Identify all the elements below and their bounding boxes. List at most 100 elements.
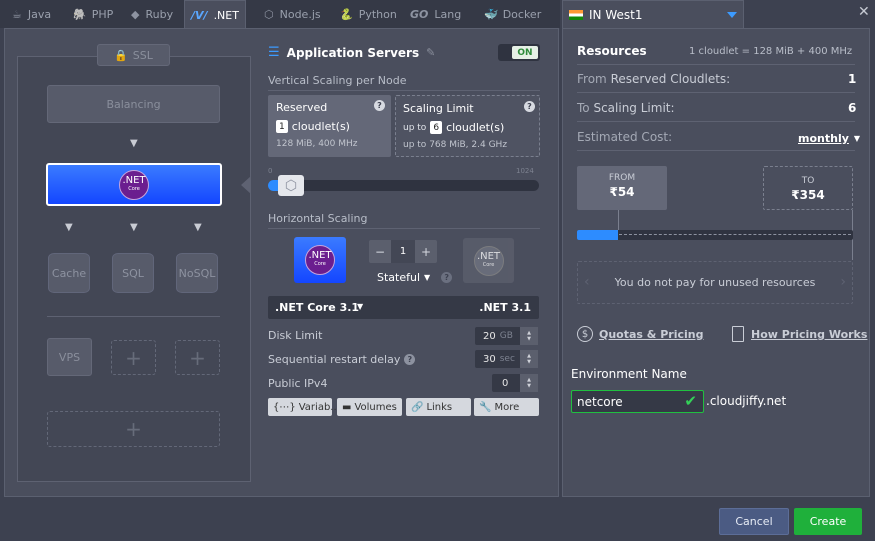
tab-nodejs[interactable]: ⬡ Node.js — [258, 0, 327, 28]
close-icon[interactable]: ✕ — [858, 4, 870, 20]
cancel-button[interactable]: Cancel — [719, 508, 789, 535]
tab-python[interactable]: 🐍 Python — [333, 0, 403, 28]
ruby-icon: ◆ — [131, 7, 140, 21]
vertical-scaling-title: Vertical Scaling per Node — [268, 74, 407, 87]
help-icon[interactable]: ? — [441, 272, 453, 283]
unused-resources-note: ‹ You do not pay for unused resources › — [577, 261, 853, 304]
divider — [577, 150, 855, 151]
php-icon: 🐘 — [72, 7, 86, 21]
quotas-pricing-link[interactable]: Quotas & Pricing — [599, 328, 703, 341]
caret-down-icon: ▼ — [424, 273, 431, 282]
tab-java[interactable]: ☕ Java — [6, 0, 57, 28]
ssl-button[interactable]: 🔒 SSL — [97, 44, 170, 66]
cost-period-dropdown[interactable]: monthly ▼ — [798, 132, 860, 145]
node-instance-disabled: .NET Core — [463, 238, 514, 283]
india-flag-icon — [569, 9, 583, 20]
arrow-down-icon: ▼ — [130, 138, 138, 149]
stepper-arrows-icon[interactable]: ▲ ▼ — [520, 327, 538, 345]
increase-button[interactable]: + — [415, 245, 437, 259]
node-instance[interactable]: .NET 3.1.NETCore — [294, 237, 346, 283]
price-from-box: FROM ₹54 — [577, 166, 667, 210]
caret-down-icon: ▼ — [853, 134, 861, 143]
lock-icon: 🔒 — [114, 48, 128, 62]
layer-header: ☰ Application Servers ✎ — [268, 45, 435, 60]
cost-range-fill — [577, 230, 619, 240]
chevron-left-icon[interactable]: ‹ — [584, 274, 590, 290]
nodejs-icon: ⬡ — [264, 7, 274, 21]
reserved-box: Reserved ? 1 cloudlet(s) 128 MiB, 400 MH… — [268, 95, 391, 157]
dotnet-core-icon: .NET 3.1.NETCore — [305, 245, 335, 275]
arrow-down-icon: ▼ — [65, 222, 73, 233]
dotnet-core-icon: .NET Core — [119, 169, 149, 200]
app-server-node[interactable]: .NET Core — [46, 163, 222, 206]
tab-docker[interactable]: 🐳 Docker — [477, 0, 547, 28]
add-node-button[interactable]: + — [175, 340, 220, 375]
region-selector[interactable]: IN West1 — [562, 0, 744, 28]
cost-range-bar — [577, 230, 853, 240]
divider — [577, 92, 855, 93]
python-icon: 🐍 — [339, 7, 353, 21]
cost-range-dashed — [619, 234, 851, 235]
nosql-node-button[interactable]: NoSQL — [176, 253, 218, 293]
docker-icon: 🐳 — [483, 7, 497, 21]
chevron-right-icon[interactable]: › — [840, 274, 846, 290]
cloudlet-slider-track[interactable] — [268, 180, 539, 191]
cache-node-button[interactable]: Cache — [48, 253, 90, 293]
pointer-arrow — [241, 176, 251, 194]
add-node-button[interactable]: + — [111, 340, 156, 375]
more-button[interactable]: 🔧 More — [474, 398, 539, 416]
stepper-arrows-icon[interactable]: ▲ ▼ — [520, 374, 538, 392]
help-icon[interactable]: ? — [524, 101, 535, 112]
scaling-limit-input[interactable]: 6 — [430, 121, 443, 134]
how-pricing-works-link[interactable]: How Pricing Works — [751, 328, 867, 341]
price-to-box: TO ₹354 — [763, 166, 853, 210]
tab-php[interactable]: 🐘 PHP — [66, 0, 119, 28]
tab-dotnet[interactable]: /V/.NET — [184, 0, 246, 29]
range-tick — [618, 210, 619, 230]
horizontal-scaling-title: Horizontal Scaling — [268, 212, 368, 225]
scaling-limit-box: Scaling Limit ? up to 6 cloudlet(s) up t… — [395, 95, 540, 157]
pencil-icon[interactable]: ✎ — [426, 46, 435, 59]
tab-ruby[interactable]: ◆ Ruby — [125, 0, 179, 28]
tab-go-lang[interactable]: GO Lang — [404, 0, 467, 28]
layer-toggle[interactable]: ON — [498, 44, 540, 61]
list-icon: ☰ — [268, 45, 280, 60]
dollar-icon: $ — [577, 326, 593, 342]
arrow-down-icon: ▼ — [194, 222, 202, 233]
divider — [577, 64, 855, 65]
divider — [268, 228, 540, 229]
disk-limit-input[interactable]: 20 GB ▲ ▼ — [475, 327, 538, 345]
stateful-dropdown[interactable]: Stateful ▼ ? — [377, 271, 453, 284]
divider — [47, 316, 220, 317]
dotnet-icon: /V/ — [191, 8, 208, 22]
environment-name-input[interactable]: netcore ✔ — [571, 390, 704, 413]
variables-icon: {⋯} — [273, 401, 296, 413]
stack-tab-bar: ☕ Java 🐘 PHP ◆ Ruby /V/.NET ⬡ Node.js 🐍 Pytho… — [0, 0, 560, 29]
document-icon — [732, 326, 744, 342]
engine-version-select[interactable]: .NET Core 3.1 ▼ .NET 3.1 — [268, 296, 539, 319]
help-icon[interactable]: ? — [404, 354, 416, 365]
check-icon: ✔ — [684, 392, 697, 410]
slider-handle[interactable]: ⬡ — [278, 175, 304, 196]
balancing-button[interactable]: Balancing — [47, 85, 220, 123]
help-icon[interactable]: ? — [374, 100, 385, 111]
folder-icon: ▬ — [342, 401, 352, 413]
add-layer-button[interactable]: + — [47, 411, 220, 447]
go-icon: GO — [410, 7, 429, 21]
restart-delay-input[interactable]: 30 sec ▲ ▼ — [475, 350, 538, 368]
sql-node-button[interactable]: SQL — [112, 253, 154, 293]
links-button[interactable]: 🔗 Links — [406, 398, 471, 416]
public-ipv4-input[interactable]: 0 ▲ ▼ — [492, 374, 538, 392]
layer-title: Application Servers — [286, 45, 420, 60]
volumes-button[interactable]: ▬ Volumes — [337, 398, 402, 416]
variables-button[interactable]: {⋯} Variab... — [268, 398, 340, 416]
caret-down-icon: ▼ — [357, 302, 364, 311]
stepper-arrows-icon[interactable]: ▲ ▼ — [520, 350, 538, 368]
decrease-button[interactable]: − — [369, 245, 391, 259]
reserved-cloudlets-input[interactable]: 1 — [276, 120, 288, 133]
node-count-input[interactable]: 1 — [391, 240, 415, 263]
node-count-stepper: − 1 + — [369, 240, 437, 263]
java-icon: ☕ — [12, 7, 22, 21]
create-button[interactable]: Create — [794, 508, 862, 535]
vps-button[interactable]: VPS — [47, 338, 92, 376]
